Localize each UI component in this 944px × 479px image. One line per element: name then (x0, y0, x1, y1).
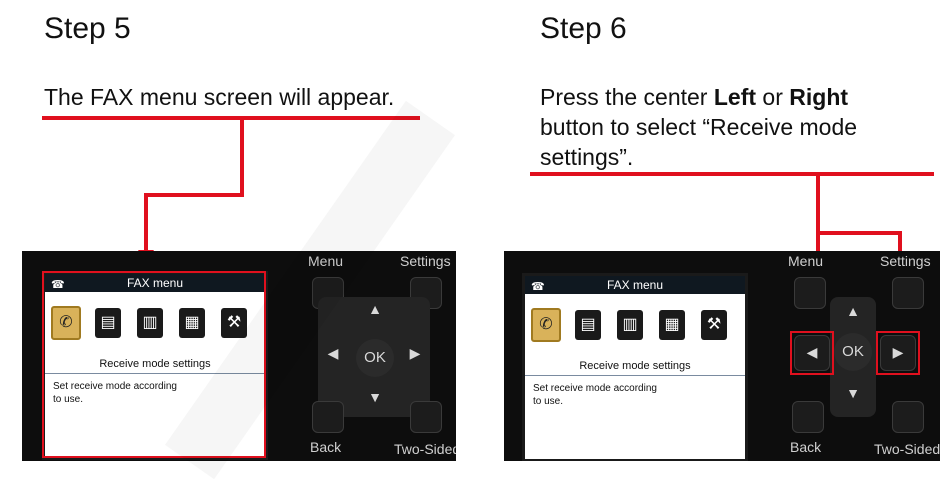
tools-icon: ⚒ (701, 310, 727, 340)
fax-contact-icon: ▦ (659, 310, 685, 340)
step6-underline (530, 172, 934, 176)
lcd-subtitle: Receive mode settings (579, 360, 691, 372)
settings-label: Settings (400, 253, 451, 269)
two-sided-button[interactable] (892, 401, 924, 433)
instruction-prefix: Press the center (540, 84, 714, 110)
down-arrow-icon[interactable]: ▼ (366, 389, 384, 405)
ok-button[interactable]: OK (356, 339, 394, 377)
step6-title: Step 6 (540, 12, 627, 45)
left-word: Left (713, 84, 757, 110)
step5-connector-vertical (240, 118, 244, 196)
settings-label: Settings (880, 253, 931, 269)
or-word: or (756, 84, 790, 110)
left-arrow-icon[interactable]: ◀ (324, 345, 342, 362)
lcd-title: FAX menu (606, 278, 664, 292)
two-sided-label: Two-Sided (394, 441, 456, 457)
left-button-highlight (790, 331, 834, 375)
step6-connector-horizontal (816, 231, 902, 235)
back-label: Back (310, 439, 342, 455)
back-button[interactable] (792, 401, 824, 433)
step5-connector-horizontal (144, 193, 244, 197)
lcd-description-line2: to use. (533, 396, 564, 407)
two-sided-button[interactable] (410, 401, 442, 433)
instruction-suffix: button to select “Receive mode settings”… (540, 114, 858, 170)
step5-instruction: The FAX menu screen will appear. (44, 84, 395, 110)
fax-receive-icon: ✆ (531, 308, 561, 342)
printer-panel-right: ☎ FAX menu ✆ ▤ ▥ ▦ ⚒ Receive mode settin… (504, 251, 940, 461)
step6-instruction: Press the center Left or Right button to… (540, 82, 900, 172)
right-arrow-icon[interactable]: ▶ (406, 345, 424, 362)
right-word: Right (789, 84, 849, 110)
step5-underline (42, 116, 420, 120)
step5-title: Step 5 (44, 12, 131, 45)
lcd-title-bar: ☎ FAX menu (525, 276, 745, 294)
ok-button[interactable]: OK (834, 333, 872, 371)
menu-button[interactable] (794, 277, 826, 309)
menu-label: Menu (788, 253, 824, 269)
fax-icon: ☎ (531, 281, 545, 293)
two-sided-label: Two-Sided (874, 441, 940, 457)
fax-list-icon: ▤ (575, 310, 601, 340)
step5-connector-drop (144, 193, 148, 251)
up-arrow-icon[interactable]: ▲ (366, 301, 384, 317)
step6-connector-vertical (816, 174, 820, 234)
back-label: Back (790, 439, 822, 455)
up-arrow-icon[interactable]: ▲ (844, 303, 862, 319)
back-button[interactable] (312, 401, 344, 433)
lcd-screen: ☎ FAX menu ✆ ▤ ▥ ▦ ⚒ Receive mode settin… (522, 273, 748, 461)
down-arrow-icon[interactable]: ▼ (844, 385, 862, 401)
right-button-highlight (876, 331, 920, 375)
lcd-description-line1: Set receive mode according (533, 383, 657, 394)
lcd-divider (525, 375, 745, 376)
fax-doc-icon: ▥ (617, 310, 643, 340)
settings-button[interactable] (892, 277, 924, 309)
